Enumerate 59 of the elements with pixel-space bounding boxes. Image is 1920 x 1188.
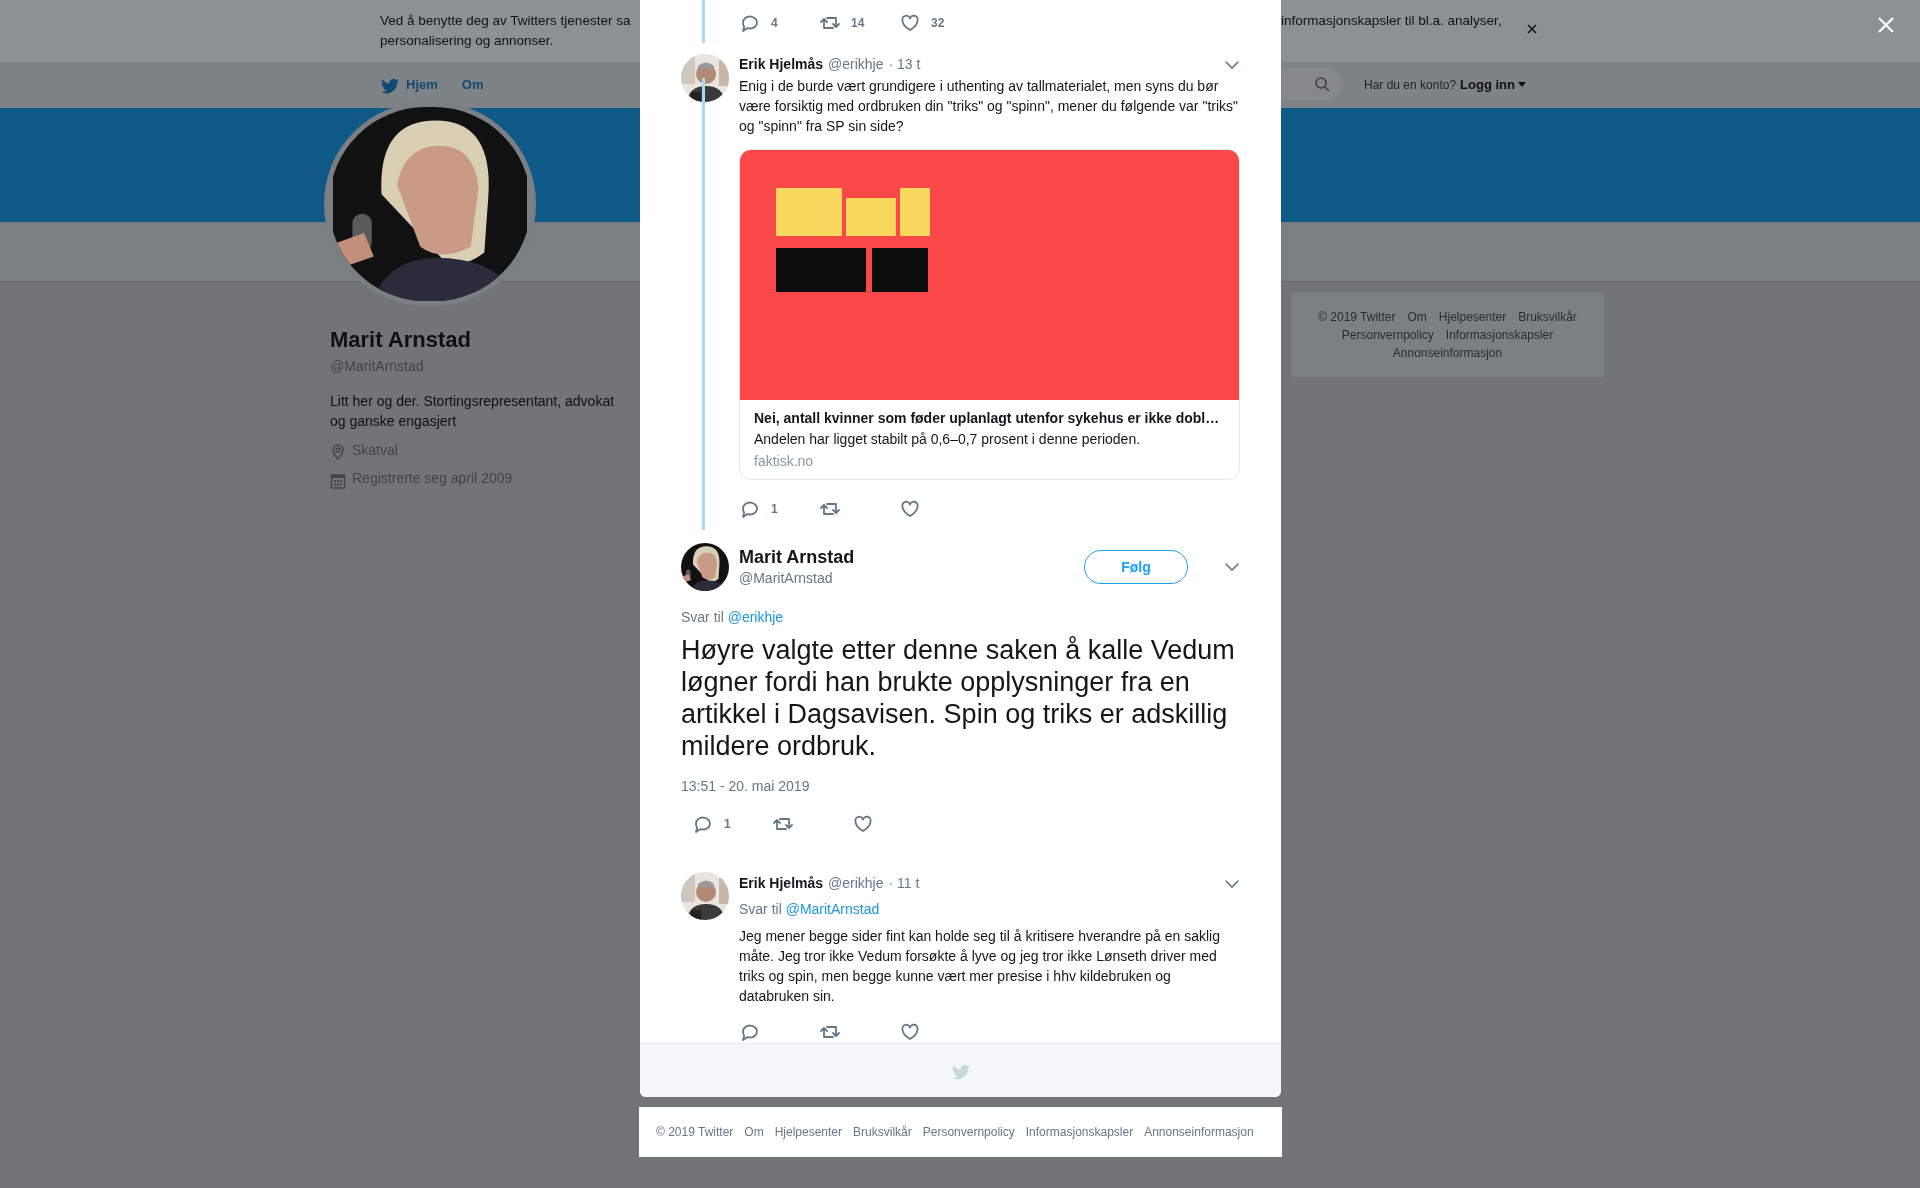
profile-bio: Litt her og der. Stortingsrepresentant, advokat og ganske engasjert	[330, 392, 616, 431]
retweet-button[interactable]: 14	[819, 12, 899, 34]
search-icon	[1314, 76, 1330, 92]
card-domain: faktisk.no	[754, 452, 815, 471]
caret-icon	[1517, 82, 1526, 88]
reply-button[interactable]: 4	[739, 12, 819, 34]
like-button[interactable]: 32	[899, 12, 979, 34]
footer-link[interactable]: Annonseinformasjon	[1144, 1123, 1254, 1141]
author-name[interactable]: Erik Hjelmås	[739, 873, 824, 894]
tweet-text: Jeg mener begge sider fint kan holde seg til å kritisere hverandre på en saklig måte. Jeg tror ikke Vedum forsøkte å lyve og jeg tror ikke Lønseth driver med triks og spin, men begge kunne vært mer presise i hhv kildebruken og databruken sin.	[739, 927, 1221, 1006]
calendar-icon	[330, 473, 346, 489]
account-prompt: Har du en konto?	[1364, 76, 1457, 94]
author-name[interactable]: Marit Arnstad	[739, 546, 855, 568]
reply-button[interactable]: 1	[739, 498, 819, 520]
tweet-text: Enig i de burde vært grundigere i uthenting av tallmaterialet, men syns du bør være forsiktig med ordbruken din "triks" og "spinn", mener du følgende var "triks" og "spinn" fra SP sin side?	[739, 77, 1240, 136]
footer-link[interactable]: © 2019 Twitter	[656, 1123, 734, 1141]
card-description: Andelen har ligget stabilt på 0,6–0,7 prosent i denne perioden.	[754, 430, 1142, 449]
nav-link[interactable]: Om	[461, 75, 484, 95]
heart-icon	[899, 1021, 921, 1043]
banner-text: informasjonskapsler til bl.a. analyser,	[1281, 12, 1502, 30]
footer-link[interactable]: Informasjonskapsler	[1445, 327, 1554, 343]
footer-link[interactable]: Annonseinformasjon	[1392, 345, 1503, 361]
author-handle[interactable]: @erikhje	[828, 873, 884, 894]
bird-icon	[380, 76, 400, 94]
tweet-timestamp[interactable]: 13:51 - 20. mai 2019	[681, 776, 1240, 797]
tweet-time[interactable]: · 11 t	[888, 873, 920, 894]
mention-link[interactable]: @MaritArnstad	[785, 901, 880, 917]
reply-to-text: Svar til @erikhje	[681, 608, 785, 627]
heart-icon	[899, 498, 921, 520]
nav-link[interactable]: Hjem	[380, 75, 438, 95]
author-name[interactable]: Erik Hjelmås	[739, 54, 824, 75]
author-handle[interactable]: @MaritArnstad	[739, 568, 855, 588]
author-handle[interactable]: @erikhje	[828, 54, 884, 75]
heart-icon	[899, 12, 921, 34]
footer-link[interactable]: © 2019 Twitter	[1318, 309, 1396, 325]
footer-link[interactable]: Personvernpolicy	[922, 1123, 1015, 1141]
heart-icon	[852, 813, 874, 835]
location-pin-icon	[330, 443, 346, 461]
footer-link[interactable]: Personvernpolicy	[1341, 327, 1434, 343]
banner-text: Ved å benytte deg av Twitters tjenester sa	[380, 12, 632, 30]
footer-link[interactable]: Hjelpesenter	[1438, 309, 1507, 325]
thread-line	[702, 0, 705, 43]
tweet-text: Høyre valgte etter denne saken å kalle Vedum løgner fordi han brukte opplysninger fra en artikkel i Dagsavisen. Spin og triks er adskillig mildere ordbruk.	[681, 634, 1236, 762]
mention-link[interactable]: @erikhje	[727, 609, 784, 625]
footer-link[interactable]: Bruksvilkår	[1518, 309, 1577, 325]
link-card[interactable]: Nei, antall kvinner som føder uplanlagt utenfor sykehus er ikke dobl… Andelen har ligget stabilt på 0,6–0,7 prosent i denne perioden. faktisk.no	[739, 149, 1240, 480]
profile-name: Marit Arnstad	[330, 326, 472, 354]
tweet-time[interactable]: · 13 t	[888, 54, 921, 75]
footer-link[interactable]: Hjelpesenter	[774, 1123, 843, 1141]
reply-to-text: Svar til @MaritArnstad	[739, 900, 881, 919]
footer-link[interactable]: Om	[744, 1123, 764, 1141]
login-button[interactable]: Logg inn	[1460, 75, 1526, 95]
close-icon[interactable]	[1526, 23, 1538, 35]
card-title: Nei, antall kvinner som føder uplanlagt utenfor sykehus er ikke dobl…	[754, 409, 1221, 428]
footer-link[interactable]: Informasjonskapsler	[1025, 1123, 1134, 1141]
footer-link[interactable]: Om	[1407, 309, 1427, 325]
banner-text: personalisering og annonser.	[380, 32, 555, 50]
reply-button[interactable]: 1	[692, 813, 772, 835]
footer-link[interactable]: Bruksvilkår	[853, 1123, 912, 1141]
